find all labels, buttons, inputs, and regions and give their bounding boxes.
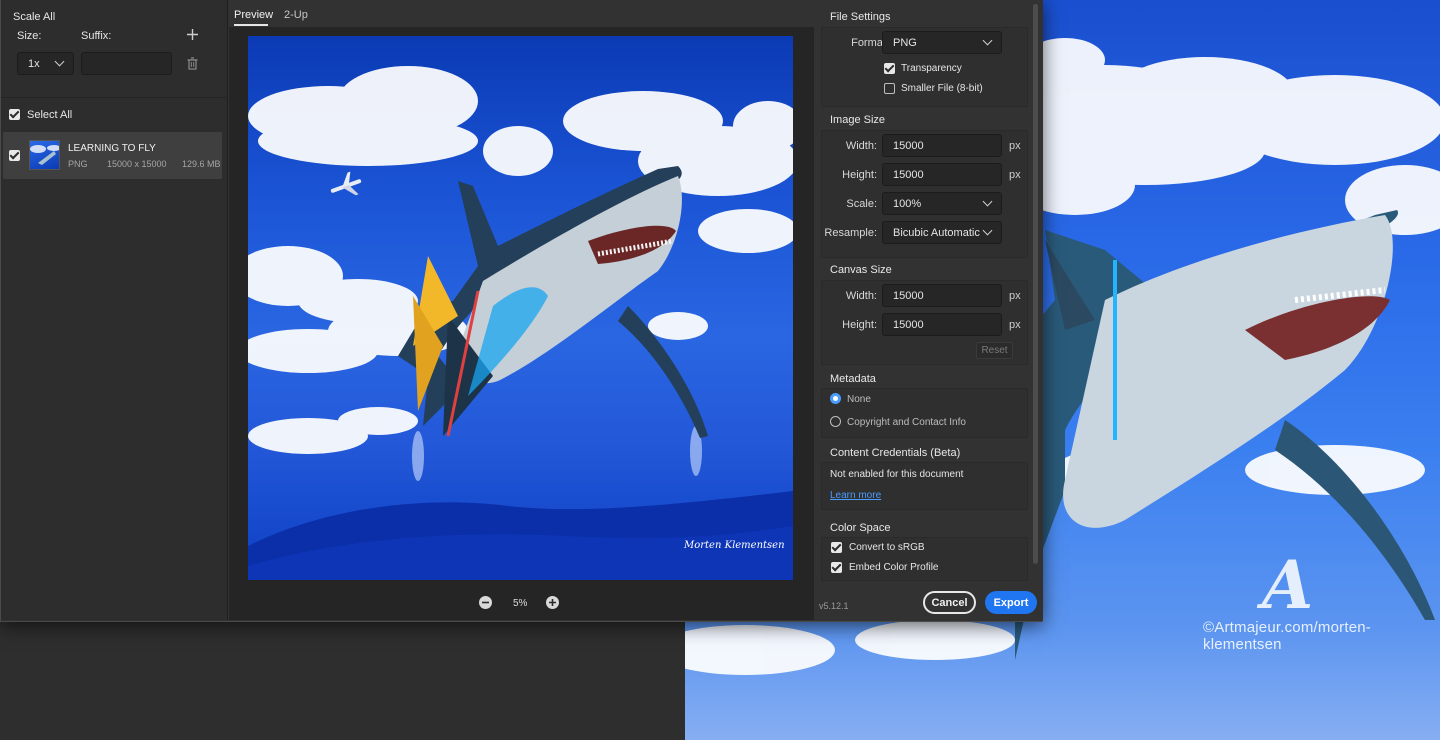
height-input[interactable]: 15000 <box>882 163 1002 186</box>
tab-preview[interactable]: Preview <box>234 9 273 21</box>
scale-select[interactable]: 100% <box>882 192 1002 215</box>
resample-select[interactable]: Bicubic Automatic <box>882 221 1002 244</box>
asset-name: LEARNING TO FLY <box>68 143 156 154</box>
asset-dimensions: 15000 x 15000 <box>107 159 167 169</box>
suffix-input[interactable] <box>81 52 172 75</box>
size-select-value: 1x <box>28 57 40 70</box>
width-label: Width: <box>845 140 877 152</box>
artmajeur-logo: A <box>1262 546 1314 624</box>
size-select[interactable]: 1x <box>17 52 74 75</box>
chevron-down-icon <box>982 196 993 207</box>
zoom-level: 5% <box>513 598 528 609</box>
metadata-none-label: None <box>847 394 871 405</box>
preview-tabs: Preview 2-Up <box>229 0 814 27</box>
divider <box>1 97 228 98</box>
embed-profile-checkbox[interactable] <box>831 562 842 573</box>
canvas-width-input[interactable]: 15000 <box>882 284 1002 307</box>
transparency-label: Transparency <box>901 63 962 74</box>
canvas-size-heading: Canvas Size <box>830 264 892 276</box>
not-enabled-text: Not enabled for this document <box>830 469 964 480</box>
version-label: v5.12.1 <box>819 601 849 611</box>
canvas-height-label: Height: <box>842 319 877 331</box>
content-credentials-heading: Content Credentials (Beta) <box>830 447 961 459</box>
chevron-down-icon <box>982 225 993 236</box>
airplane <box>330 171 362 196</box>
asset-format: PNG <box>68 159 88 169</box>
metadata-copyright-radio[interactable] <box>830 416 841 427</box>
canvas-height-unit: px <box>1009 319 1021 331</box>
settings-scrollbar[interactable] <box>1033 4 1038 564</box>
canvas-width-label: Width: <box>845 290 877 302</box>
scale-all-heading: Scale All <box>13 11 56 23</box>
watermark-credit: ©Artmajeur.com/morten-klementsen <box>1203 619 1371 653</box>
add-scale-icon[interactable] <box>187 29 198 40</box>
width-input[interactable]: 15000 <box>882 134 1002 157</box>
transparency-checkbox[interactable] <box>884 63 895 74</box>
height-label: Height: <box>842 169 877 181</box>
resample-select-value: Bicubic Automatic <box>893 226 980 239</box>
format-select-value: PNG <box>893 36 917 49</box>
asset-checkbox[interactable] <box>9 150 20 161</box>
asset-thumbnail <box>29 140 60 170</box>
format-label: Format: <box>851 37 889 49</box>
asset-row[interactable]: LEARNING TO FLY PNG 15000 x 15000 129.6 … <box>3 132 222 179</box>
settings-panel: File Settings Format: PNG Transparency S… <box>814 0 1043 620</box>
chevron-down-icon <box>982 35 993 46</box>
metadata-heading: Metadata <box>830 373 876 385</box>
cancel-button[interactable]: Cancel <box>923 591 976 614</box>
suffix-label: Suffix: <box>81 30 112 42</box>
chevron-down-icon <box>54 56 65 67</box>
width-unit: px <box>1009 140 1021 152</box>
preview-area: Preview 2-Up Morten Klementsen 5% <box>229 0 814 620</box>
color-space-heading: Color Space <box>830 522 891 534</box>
convert-srgb-checkbox[interactable] <box>831 542 842 553</box>
scale-select-value: 100% <box>893 197 922 210</box>
canvas-width-unit: px <box>1009 290 1021 302</box>
size-label: Size: <box>17 30 42 42</box>
smaller-file-checkbox[interactable] <box>884 83 895 94</box>
scale-label: Scale: <box>846 198 877 210</box>
select-all-checkbox[interactable] <box>9 109 20 120</box>
preview-image[interactable]: Morten Klementsen <box>248 36 793 580</box>
export-button[interactable]: Export <box>985 591 1037 614</box>
resample-label: Resample: <box>824 227 877 239</box>
select-all-label: Select All <box>27 109 73 121</box>
zoom-in-icon[interactable] <box>546 596 559 609</box>
tab-2up[interactable]: 2-Up <box>284 9 308 21</box>
trash-icon[interactable] <box>187 57 198 70</box>
format-select[interactable]: PNG <box>882 31 1002 54</box>
metadata-none-radio[interactable] <box>830 393 841 404</box>
canvas-height-input[interactable]: 15000 <box>882 313 1002 336</box>
smaller-file-label: Smaller File (8-bit) <box>901 83 983 94</box>
zoom-out-icon[interactable] <box>479 596 492 609</box>
asset-filesize: 129.6 MB <box>182 159 221 169</box>
reset-button[interactable]: Reset <box>976 342 1013 359</box>
height-unit: px <box>1009 169 1021 181</box>
convert-srgb-label: Convert to sRGB <box>849 542 925 553</box>
shark-artwork <box>248 66 793 580</box>
active-tab-indicator <box>234 24 268 26</box>
metadata-copyright-label: Copyright and Contact Info <box>847 417 966 428</box>
image-size-heading: Image Size <box>830 114 886 126</box>
embed-profile-label: Embed Color Profile <box>849 562 939 573</box>
assets-panel: Scale All Size: Suffix: 1x Select All LE… <box>1 0 228 620</box>
export-as-dialog: Scale All Size: Suffix: 1x Select All LE… <box>0 0 1043 622</box>
learn-more-link[interactable]: Learn more <box>830 490 881 501</box>
file-settings-heading: File Settings <box>830 11 891 23</box>
zoom-controls: 5% <box>229 590 814 616</box>
shark-thumbnail-icon <box>30 145 59 165</box>
artist-signature: Morten Klementsen <box>684 540 785 551</box>
